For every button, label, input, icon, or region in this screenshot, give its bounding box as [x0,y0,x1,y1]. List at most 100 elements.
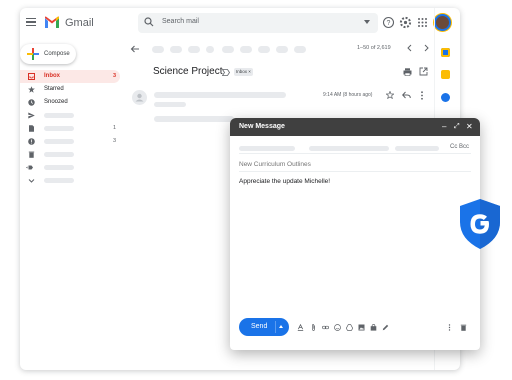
toolbar-action-icon[interactable] [258,46,270,53]
app-name: Gmail [65,17,94,29]
recipient-placeholder [395,146,439,151]
clock-icon [28,99,35,106]
star-icon [28,86,35,93]
sidebar-item-drafts[interactable]: 1 [20,122,120,135]
schedule-send-icon[interactable] [279,325,283,328]
emoji-icon[interactable] [334,324,341,331]
sidebar-nav: Inbox 3 Starred Snoozed 1 3 [20,70,120,187]
document-icon [29,125,34,132]
link-icon[interactable] [322,324,329,331]
sidebar-item-more[interactable] [20,174,120,187]
item-count: 3 [112,138,116,144]
message-preview-placeholder [154,116,234,122]
keep-icon[interactable] [441,70,450,79]
reply-icon[interactable] [402,91,411,99]
google-security-shield-icon [460,199,500,249]
toolbar-action-icon[interactable] [240,46,252,53]
more-options-icon[interactable] [446,324,453,331]
inbox-icon [28,73,35,80]
more-vert-icon[interactable] [420,91,424,100]
toolbar-action-icon[interactable] [188,46,200,53]
thread-subject: Science Project [153,66,223,77]
sidebar-item-snoozed[interactable]: Snoozed [20,96,120,109]
subject-field[interactable]: New Curriculum Outlines [239,158,471,172]
send-button[interactable]: Send [239,318,289,336]
gmail-logo-icon[interactable] [44,16,60,29]
unread-count: 3 [112,73,116,79]
sidebar-item-sent[interactable] [20,109,120,122]
fullscreen-icon[interactable]: ⤢ [454,122,460,132]
placeholder-label [44,139,74,144]
main-menu-icon[interactable] [26,18,36,26]
signature-icon[interactable] [382,324,389,331]
send-divider [275,321,276,333]
pagination-text: 1–50 of 2,619 [357,45,391,51]
sidebar-item-inbox[interactable]: Inbox 3 [20,70,120,83]
importance-marker-icon[interactable] [222,69,230,76]
print-icon[interactable] [403,68,412,76]
placeholder-label [44,113,74,118]
inbox-label-badge[interactable]: Inbox × [234,68,253,76]
formatting-icon[interactable] [297,324,304,331]
trash-icon [28,151,35,158]
compose-title: New Message [239,123,285,130]
minimize-icon[interactable]: – [442,122,446,132]
search-input[interactable]: Search mail [162,18,199,25]
item-count: 1 [112,125,116,131]
sidebar-item-label: Starred [44,86,64,92]
placeholder-label [44,178,74,183]
recipients-field[interactable]: Cc Bcc [239,144,471,154]
confidential-mode-icon[interactable] [370,324,377,331]
toolbar-action-icon[interactable] [170,46,182,53]
sidebar-item-spam[interactable]: 3 [20,135,120,148]
toolbar-action-icon[interactable] [206,46,214,53]
recipient-placeholder [154,102,186,107]
sidebar-item-label: Inbox [44,73,60,79]
photo-icon[interactable] [358,324,365,331]
toolbar-action-icon[interactable] [276,46,288,53]
compose-plus-icon [27,48,39,60]
placeholder-label [44,126,74,131]
account-avatar[interactable] [434,14,451,31]
placeholder-label [44,152,74,157]
search-icon[interactable] [144,17,154,27]
compose-label: Compose [44,51,70,57]
tasks-icon[interactable] [441,93,450,102]
settings-gear-icon[interactable] [399,16,412,29]
sidebar-item-label: Snoozed [44,99,68,105]
expand-icon [28,179,35,183]
discard-draft-icon[interactable] [460,324,467,331]
cc-bcc-link[interactable]: Cc Bcc [450,144,469,150]
star-outline-icon[interactable] [386,91,394,99]
toolbar-action-icon[interactable] [294,46,306,53]
sender-placeholder [154,92,286,98]
help-icon[interactable]: ? [382,16,395,29]
placeholder-label [44,165,74,170]
back-arrow-icon[interactable] [130,44,140,54]
message-time: 9:14 AM (8 hours ago) [323,92,373,98]
label-icon [26,165,33,170]
svg-text:?: ? [387,20,391,27]
search-bar[interactable]: Search mail [138,13,378,33]
open-new-window-icon[interactable] [419,67,428,76]
toolbar-action-icon[interactable] [152,46,164,53]
message-body[interactable]: Appreciate the update Michelle! [239,178,471,185]
compose-header[interactable]: New Message – ⤢ ✕ [230,118,480,136]
close-icon[interactable]: ✕ [466,122,473,132]
newer-chevron-icon[interactable] [406,44,414,52]
search-options-icon[interactable] [364,20,370,24]
recipient-placeholder [239,146,295,151]
alert-icon [28,138,35,145]
apps-grid-icon[interactable] [416,16,429,29]
older-chevron-icon[interactable] [422,44,430,52]
sender-avatar[interactable] [132,90,147,105]
attach-icon[interactable] [310,324,317,331]
sidebar-item-starred[interactable]: Starred [20,83,120,96]
drive-icon[interactable] [346,324,353,331]
sidebar-item-label[interactable] [20,161,120,174]
sidebar-item-trash[interactable] [20,148,120,161]
toolbar-action-icon[interactable] [222,46,234,53]
compose-button[interactable]: Compose [20,44,76,64]
send-label: Send [251,323,268,330]
calendar-icon[interactable] [441,48,450,57]
